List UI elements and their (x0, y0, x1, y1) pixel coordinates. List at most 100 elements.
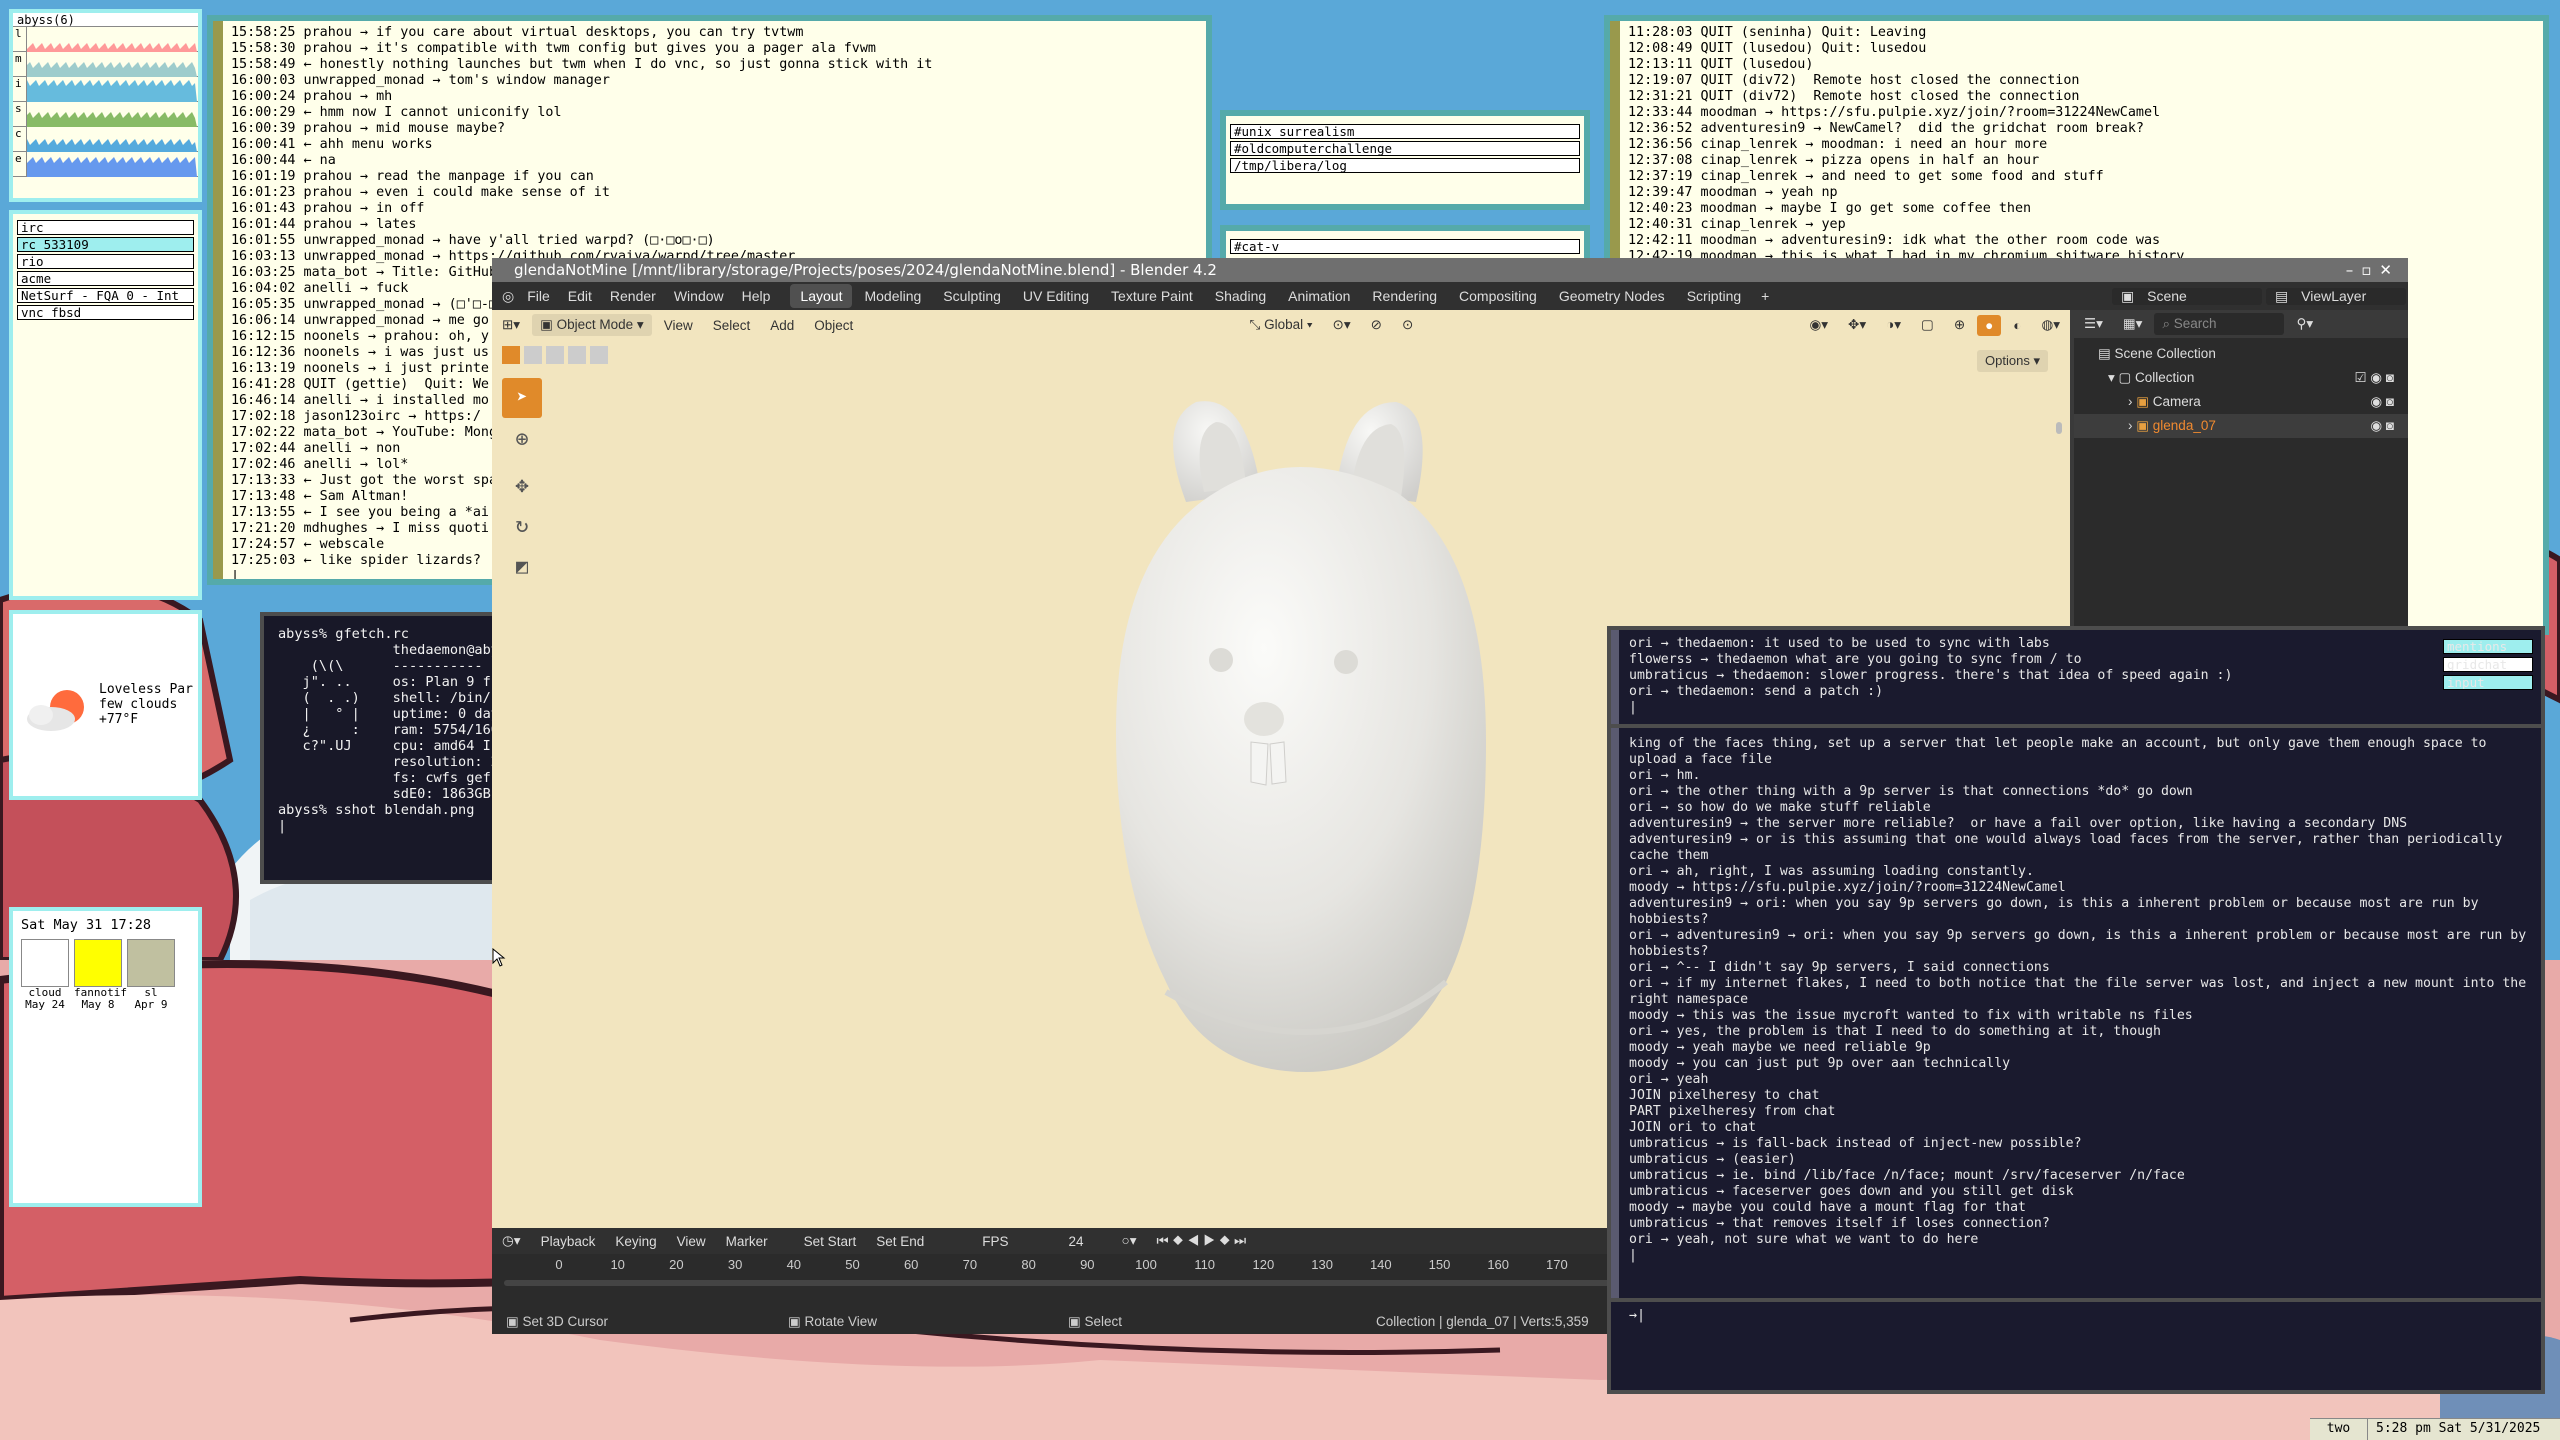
visibility-toggles[interactable]: ☑ ◉ ◙ (2354, 366, 2394, 390)
scrollbar[interactable] (1611, 630, 1619, 724)
workspace-tab[interactable]: Texture Paint (1101, 284, 1203, 308)
gridchat-tab[interactable]: mentions (2443, 639, 2533, 654)
shading-wire-icon[interactable]: ⊕ (1946, 314, 1973, 336)
workspace-tab[interactable]: Sculpting (933, 284, 1011, 308)
scale-tool-icon[interactable]: ◩ (502, 546, 542, 586)
menu-window[interactable]: Window (665, 288, 733, 304)
overlay-icon[interactable]: ◑▾ (1878, 314, 1909, 336)
scrollbar[interactable] (1611, 728, 1619, 1298)
viewport-menu-add[interactable]: Add (762, 315, 802, 336)
glenda-row[interactable]: › ▣ glenda_07 ◉ ◙ (2074, 414, 2408, 438)
menu-edit[interactable]: Edit (559, 288, 601, 304)
orientation-selector[interactable]: ⤡ Global ▾ (1242, 314, 1321, 336)
add-workspace-button[interactable]: + (1752, 288, 1778, 304)
timeline-menu-view[interactable]: View (669, 1231, 714, 1252)
workspace-tab[interactable]: Scripting (1677, 284, 1751, 308)
keyframe-icon[interactable]: ○▾ (1114, 1230, 1145, 1252)
rotate-tool-icon[interactable]: ↻ (502, 506, 542, 546)
channel-item[interactable]: #unix_surrealism (1230, 124, 1580, 139)
gridchat-window[interactable]: ori → thedaemon: it used to be used to s… (1607, 626, 2545, 1394)
playback-controls[interactable]: ⏮◆◀▶◆⏭ (1148, 1230, 1258, 1252)
channel-item[interactable]: #oldcomputerchallenge (1230, 141, 1580, 156)
face-entry[interactable]: fannotif May 8 (74, 939, 127, 1011)
pivot-icon[interactable]: ⊙▾ (1325, 314, 1359, 336)
timeline-menu-playback[interactable]: Playback (533, 1231, 604, 1252)
shading-material-icon[interactable]: ◐ (2005, 315, 2029, 336)
menu-help[interactable]: Help (733, 288, 780, 304)
outliner-search[interactable]: ⌕ Search (2154, 313, 2285, 335)
winwatch-item[interactable]: NetSurf - FQA 0 - Int (17, 288, 194, 303)
select-mode-buttons[interactable] (502, 346, 608, 364)
winwatch-item[interactable]: acme (17, 271, 194, 286)
desk-label[interactable]: two (2310, 1419, 2368, 1440)
winwatch-item[interactable]: rc 533109 (17, 237, 194, 252)
viewport-menu-object[interactable]: Object (806, 315, 861, 336)
shading-solid-icon[interactable]: ● (1977, 314, 2002, 336)
viewport-menu-view[interactable]: View (656, 315, 701, 336)
timeline-editor-icon[interactable]: ◷▾ (494, 1230, 529, 1252)
gridchat-input[interactable]: →| (1623, 1306, 1651, 1326)
glenda-bunny-model[interactable] (1096, 382, 1516, 1102)
collection-row[interactable]: ▾ ▢ Collection ☑ ◉ ◙ (2074, 366, 2408, 390)
cursor-tool-icon[interactable]: ⊕ (502, 420, 542, 460)
menu-file[interactable]: File (518, 288, 559, 304)
window-controls[interactable]: –▫✕ (2346, 258, 2400, 282)
winwatch-window[interactable]: irc rc 533109 rio acme NetSurf - FQA 0 - Int… (9, 210, 202, 600)
workspace-tab[interactable]: UV Editing (1013, 284, 1099, 308)
gridchat-tab[interactable]: gridchat (2443, 657, 2533, 672)
set-start-button[interactable]: Set Start (796, 1231, 865, 1252)
timeline-menu-keying[interactable]: Keying (607, 1231, 664, 1252)
scene-selector[interactable]: ▣ Scene (2112, 287, 2262, 305)
outliner-display-icon[interactable]: ▦▾ (2115, 313, 2151, 335)
xray-icon[interactable]: ▢ (1913, 314, 1942, 336)
blender-logo-icon[interactable]: ◎ (492, 288, 518, 305)
options-button[interactable]: Options ▾ (1977, 350, 2048, 372)
timeline-tick: 50 (845, 1257, 860, 1272)
face-entry[interactable]: sl Apr 9 (127, 939, 175, 1011)
set-end-button[interactable]: Set End (868, 1231, 932, 1252)
visibility-toggles[interactable]: ◉ ◙ (2370, 414, 2394, 438)
snap-icon[interactable]: ⊘ (1363, 314, 1390, 336)
menu-render[interactable]: Render (601, 288, 665, 304)
select-tool-icon[interactable]: ➤ (502, 378, 542, 418)
viewport-menu-select[interactable]: Select (705, 315, 759, 336)
move-tool-icon[interactable]: ✥ (502, 466, 542, 506)
visibility-icon[interactable]: ◉▾ (1801, 314, 1836, 336)
workspace-tab[interactable]: Compositing (1449, 284, 1547, 308)
gridchat-tab[interactable]: input (2443, 675, 2533, 690)
scrollbar[interactable] (2056, 422, 2062, 434)
workspace-tab[interactable]: Modeling (854, 284, 931, 308)
filter-icon[interactable]: ⚲▾ (2288, 313, 2321, 335)
timeline-menu-marker[interactable]: Marker (718, 1231, 776, 1252)
channel-cat-v[interactable]: #cat-v (1230, 239, 1580, 254)
winwatch-item[interactable]: irc (17, 220, 194, 235)
fps-field[interactable]: FPS 24 (974, 1231, 1091, 1252)
log-line: 12:40:31 cinap_lenrek → yep (1628, 217, 1846, 232)
scene-collection-row[interactable]: ▤ Scene Collection (2074, 342, 2408, 366)
blender-titlebar[interactable]: glendaNotMine [/mnt/library/storage/Proj… (492, 258, 2408, 282)
winwatch-item[interactable]: vnc fbsd (17, 305, 194, 320)
stats-window[interactable]: abyss(6) lmisce (9, 9, 202, 202)
camera-row[interactable]: › ▣ Camera ◉ ◙ (2074, 390, 2408, 414)
outliner-editor-icon[interactable]: ☰▾ (2076, 313, 2111, 335)
log-line: flowerss → thedaemon what are you going … (1629, 652, 2082, 667)
workspace-tab[interactable]: Layout (790, 284, 853, 308)
workspace-tab[interactable]: Animation (1278, 284, 1360, 308)
face-avatar (21, 939, 69, 987)
face-entry[interactable]: cloud May 24 (21, 939, 69, 1011)
winwatch-item[interactable]: rio (17, 254, 194, 269)
channel-item[interactable]: /tmp/libera/log (1230, 158, 1580, 173)
workspace-tab[interactable]: Shading (1205, 284, 1276, 308)
visibility-toggles[interactable]: ◉ ◙ (2370, 390, 2394, 414)
viewlayer-selector[interactable]: ▤ ViewLayer (2266, 287, 2406, 305)
proportional-icon[interactable]: ⊙ (1394, 314, 1421, 336)
editor-type-button[interactable]: ⊞▾ (494, 314, 528, 336)
gizmo-icon[interactable]: ✥▾ (1840, 314, 1874, 336)
workspace-tab[interactable]: Geometry Nodes (1549, 284, 1675, 308)
workspace-tab[interactable]: Rendering (1362, 284, 1447, 308)
mode-selector[interactable]: ▣ Object Mode ▾ (532, 314, 652, 336)
stat-row: s (13, 102, 198, 127)
scrollbar[interactable] (213, 21, 223, 579)
channels-window[interactable]: #unix_surrealism #oldcomputerchallenge/tm… (1220, 110, 1590, 210)
shading-render-icon[interactable]: ◍▾ (2033, 314, 2068, 336)
